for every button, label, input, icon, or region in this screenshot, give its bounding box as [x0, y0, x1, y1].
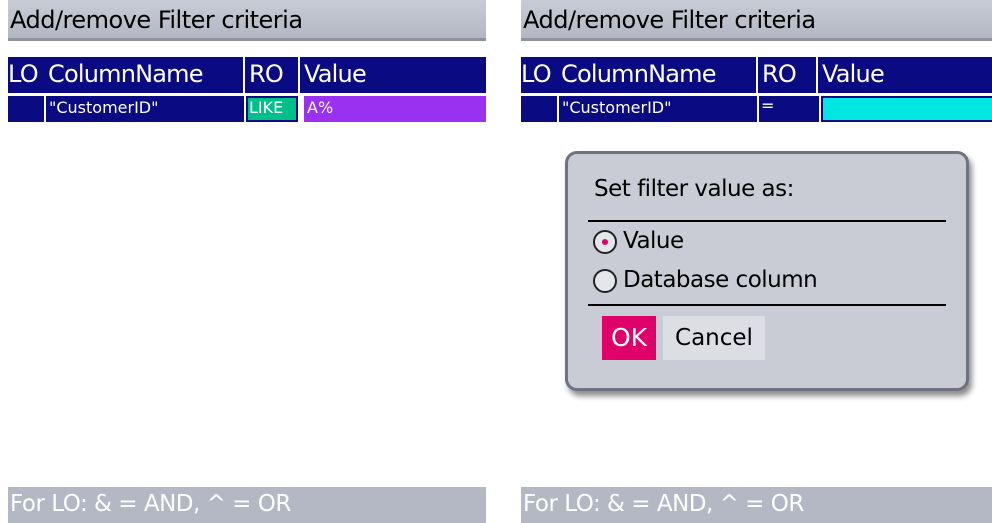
screen-title: Add/remove Filter criteria: [10, 6, 303, 34]
filter-row[interactable]: "CustomerID" =: [521, 96, 992, 122]
status-hint: For LO: & = AND, ^ = OR: [10, 491, 291, 517]
cell-value[interactable]: [821, 96, 992, 122]
radio-unselected-icon[interactable]: [593, 269, 617, 293]
option-label: Value: [623, 228, 684, 254]
column-header-value[interactable]: Value: [304, 60, 367, 88]
status-bar: For LO: & = AND, ^ = OR: [521, 487, 992, 523]
filter-value-dialog: Set filter value as: Value Database colu…: [565, 151, 969, 391]
cell-ro[interactable]: =: [759, 96, 819, 122]
cancel-button[interactable]: Cancel: [663, 316, 765, 360]
column-header-lo[interactable]: LO: [8, 60, 39, 88]
column-header-columnname[interactable]: ColumnName: [48, 60, 204, 88]
cell-value-text: A%: [307, 98, 334, 117]
column-divider: [243, 57, 245, 93]
status-bar: For LO: & = AND, ^ = OR: [8, 487, 486, 523]
column-header-lo[interactable]: LO: [521, 60, 552, 88]
title-bar: Add/remove Filter criteria: [8, 0, 486, 41]
cell-column-name[interactable]: "CustomerID": [559, 96, 757, 122]
dialog-divider: [588, 304, 946, 306]
column-divider: [816, 57, 818, 93]
filter-grid-header: LO ColumnName RO Value: [8, 57, 486, 93]
cell-ro-text: LIKE: [249, 98, 284, 117]
radio-selected-icon[interactable]: [593, 230, 617, 254]
column-header-ro[interactable]: RO: [249, 60, 284, 88]
ok-button[interactable]: OK: [602, 316, 656, 360]
cell-column-name-text: "CustomerID": [562, 98, 672, 117]
left-screen: Add/remove Filter criteria LO ColumnName…: [8, 0, 486, 523]
cell-lo[interactable]: [521, 96, 557, 122]
cell-lo[interactable]: [8, 96, 44, 122]
filter-row[interactable]: "CustomerID" LIKE A%: [8, 96, 486, 122]
dialog-title: Set filter value as:: [594, 176, 794, 202]
screen-title: Add/remove Filter criteria: [523, 6, 816, 34]
filter-grid-header: LO ColumnName RO Value: [521, 57, 992, 93]
status-hint: For LO: & = AND, ^ = OR: [523, 491, 804, 517]
cell-ro-text: =: [761, 96, 775, 115]
cell-column-name-text: "CustomerID": [49, 98, 159, 117]
cell-value[interactable]: A%: [304, 96, 486, 122]
title-bar: Add/remove Filter criteria: [521, 0, 992, 41]
column-divider: [298, 57, 300, 93]
column-header-columnname[interactable]: ColumnName: [561, 60, 717, 88]
column-header-ro[interactable]: RO: [762, 60, 797, 88]
cell-ro[interactable]: LIKE: [246, 96, 298, 122]
column-header-value[interactable]: Value: [822, 60, 885, 88]
option-label: Database column: [623, 267, 818, 293]
right-screen: Add/remove Filter criteria LO ColumnName…: [521, 0, 992, 523]
column-divider: [756, 57, 758, 93]
cell-column-name[interactable]: "CustomerID": [46, 96, 244, 122]
dialog-divider: [588, 220, 946, 222]
